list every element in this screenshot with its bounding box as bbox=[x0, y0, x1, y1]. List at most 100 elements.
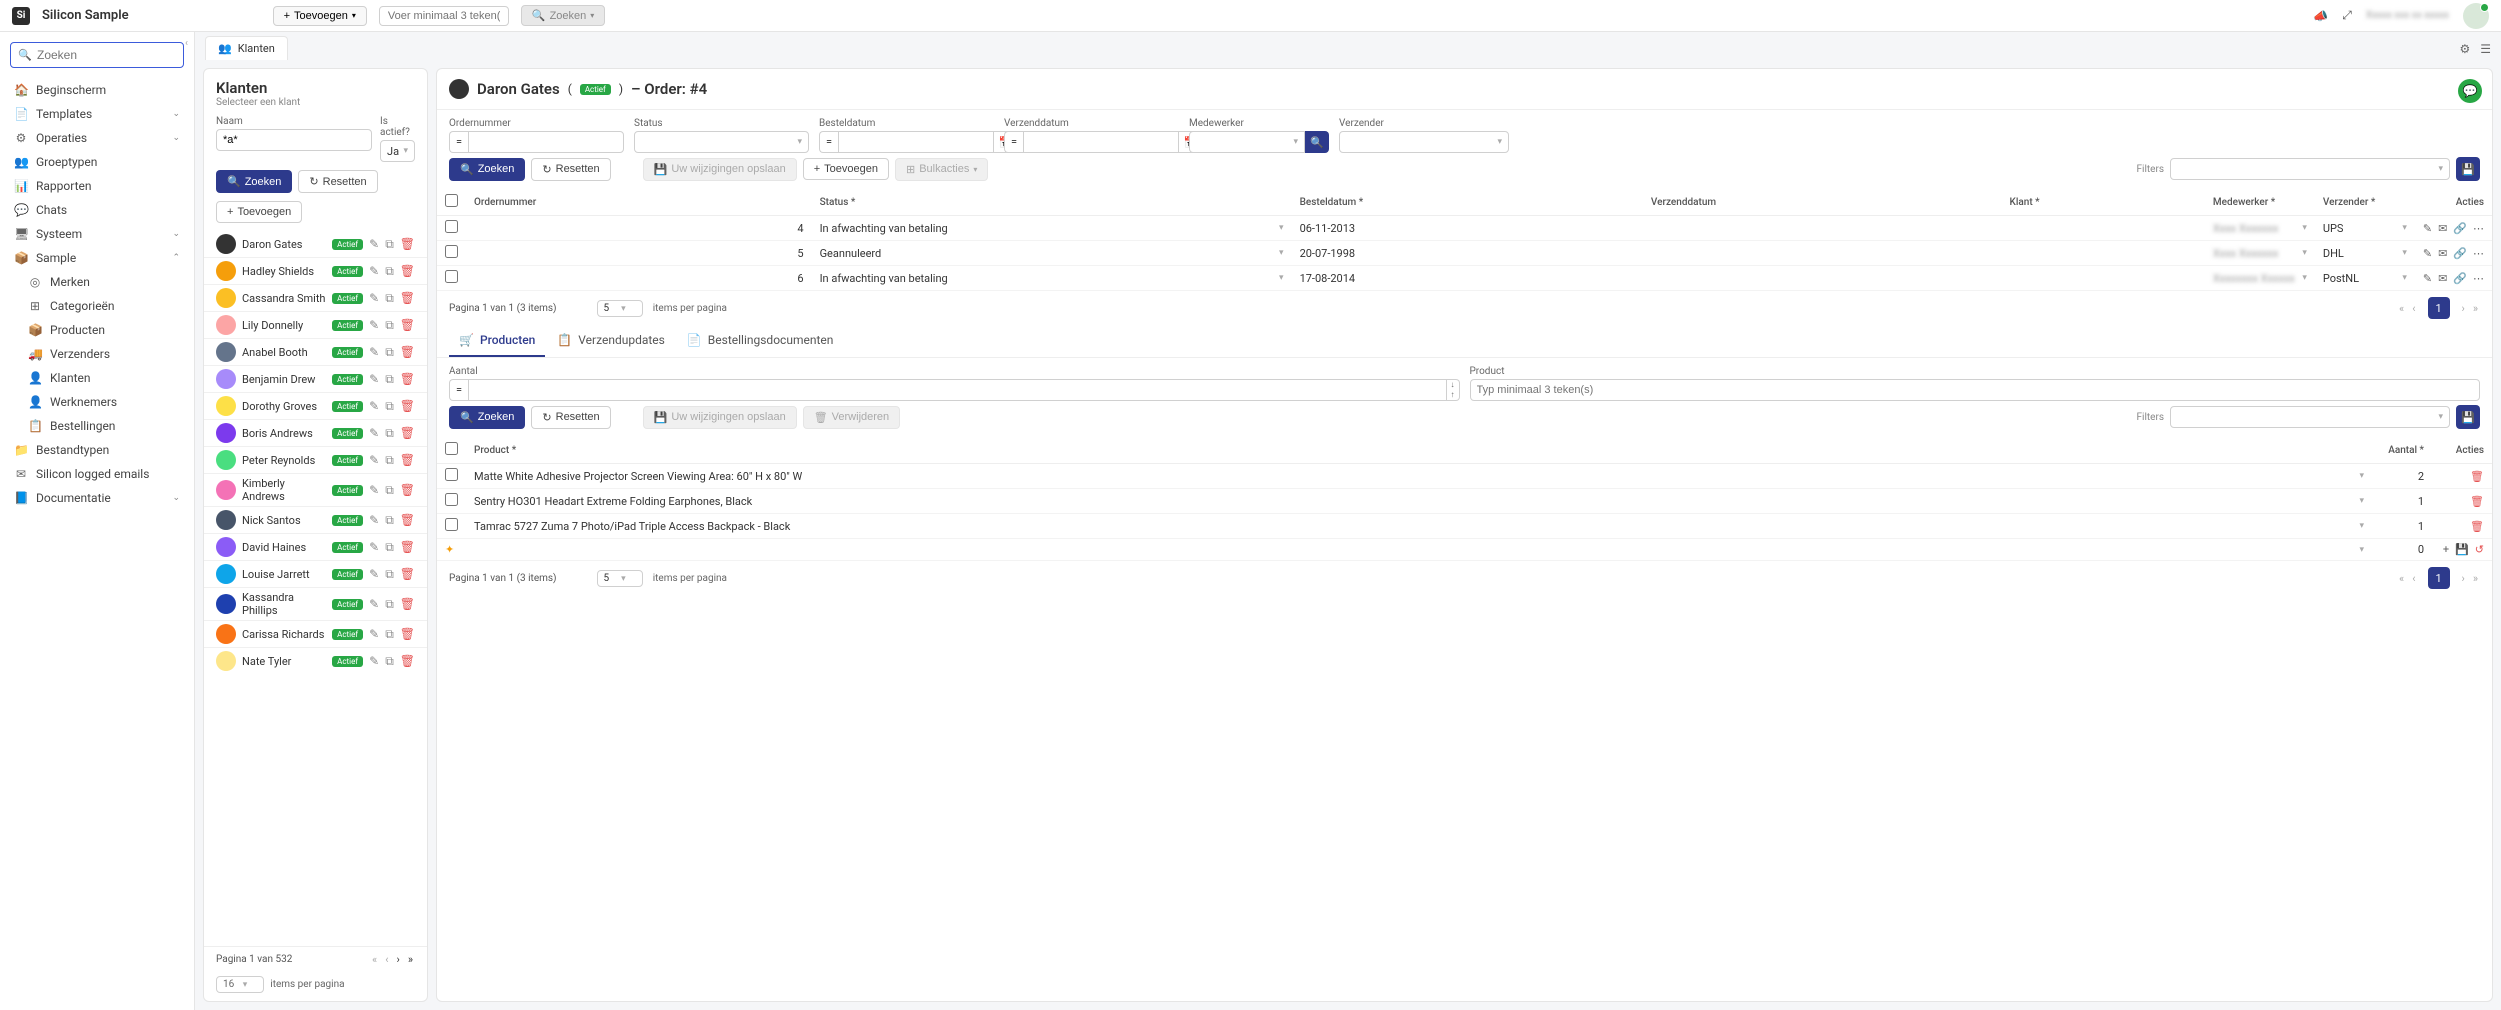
client-row[interactable]: Boris Andrews Actief ✎ ⧉ 🗑 bbox=[204, 419, 427, 446]
products-page-number[interactable]: 1 bbox=[2428, 567, 2450, 589]
pager-prev[interactable]: ‹ bbox=[2410, 572, 2417, 585]
client-row[interactable]: Daron Gates Actief ✎ ⧉ 🗑 bbox=[204, 231, 427, 257]
chevron-down-icon[interactable]: ▾ bbox=[2302, 248, 2307, 258]
chevron-down-icon[interactable]: ▾ bbox=[2302, 273, 2307, 283]
copy-icon[interactable]: ⧉ bbox=[385, 372, 394, 387]
product-new-row[interactable]: ✦ ▾ 0 + 💾 ↺ bbox=[437, 539, 2492, 561]
client-row[interactable]: Peter Reynolds Actief ✎ ⧉ 🗑 bbox=[204, 446, 427, 473]
chevron-down-icon[interactable]: ▾ bbox=[2402, 273, 2407, 283]
pager-next[interactable]: › bbox=[2460, 572, 2467, 585]
copy-icon[interactable]: ⧉ bbox=[385, 597, 394, 612]
delete-icon[interactable]: 🗑 bbox=[2470, 470, 2484, 483]
pager-next[interactable]: › bbox=[395, 953, 402, 966]
link-icon[interactable]: 🔗 bbox=[2453, 272, 2467, 285]
tab-klanten[interactable]: 👥 Klanten bbox=[205, 36, 288, 60]
chevron-down-icon[interactable]: ▾ bbox=[1279, 223, 1284, 233]
global-search-input[interactable] bbox=[379, 6, 509, 26]
client-row[interactable]: Dorothy Groves Actief ✎ ⧉ 🗑 bbox=[204, 392, 427, 419]
nav-subitem[interactable]: 👤Klanten bbox=[18, 366, 190, 390]
row-checkbox[interactable] bbox=[445, 270, 458, 283]
add-client-button[interactable]: + Toevoegen bbox=[216, 201, 302, 223]
filters-select[interactable]: ▾ bbox=[2170, 158, 2450, 180]
select-all-products-checkbox[interactable] bbox=[445, 442, 458, 455]
ordernummer-input[interactable] bbox=[468, 131, 624, 153]
nav-subitem[interactable]: ◎Merken bbox=[18, 270, 190, 294]
row-checkbox[interactable] bbox=[445, 518, 458, 531]
col-besteldatum[interactable]: Besteldatum * bbox=[1292, 189, 1643, 216]
edit-icon[interactable]: ✎ bbox=[369, 426, 379, 441]
add-order-button[interactable]: +Toevoegen bbox=[803, 158, 889, 180]
edit-icon[interactable]: ✎ bbox=[2423, 222, 2432, 235]
edit-icon[interactable]: ✎ bbox=[369, 291, 379, 306]
mail-icon[interactable]: ✉ bbox=[2438, 272, 2447, 285]
page-number[interactable]: 1 bbox=[2428, 297, 2450, 319]
link-icon[interactable]: 🔗 bbox=[2453, 222, 2467, 235]
row-checkbox[interactable] bbox=[445, 468, 458, 481]
besteldatum-input[interactable] bbox=[838, 131, 994, 153]
edit-icon[interactable]: ✎ bbox=[369, 372, 379, 387]
orders-reset-button[interactable]: ↻Resetten bbox=[531, 158, 610, 181]
edit-icon[interactable]: ✎ bbox=[369, 654, 379, 669]
delete-icon[interactable]: 🗑 bbox=[400, 567, 415, 582]
client-row[interactable]: David Haines Actief ✎ ⧉ 🗑 bbox=[204, 533, 427, 560]
medewerker-select[interactable]: ▾ bbox=[1189, 131, 1305, 153]
order-row[interactable]: 6 In afwachting van betaling▾ 17-08-2014… bbox=[437, 266, 2492, 291]
global-search-button[interactable]: 🔍 Zoeken ▾ bbox=[521, 5, 605, 26]
edit-icon[interactable]: ✎ bbox=[369, 627, 379, 642]
col-klant[interactable]: Klant * bbox=[2002, 189, 2205, 216]
product-row[interactable]: Sentry HO301 Headart Extreme Folding Ear… bbox=[437, 489, 2492, 514]
search-button[interactable]: 🔍 Zoeken bbox=[216, 170, 292, 193]
save-icon[interactable]: 💾 bbox=[2455, 543, 2469, 556]
edit-icon[interactable]: ✎ bbox=[2423, 247, 2432, 260]
subtab-verzendupdates[interactable]: 📋Verzendupdates bbox=[547, 325, 675, 357]
chevron-down-icon[interactable]: ▾ bbox=[2302, 223, 2307, 233]
client-row[interactable]: Cassandra Smith Actief ✎ ⧉ 🗑 bbox=[204, 284, 427, 311]
sidebar-search-input[interactable] bbox=[10, 42, 184, 68]
copy-icon[interactable]: ⧉ bbox=[385, 453, 394, 468]
naam-input[interactable] bbox=[216, 129, 372, 151]
pager-first[interactable]: « bbox=[2397, 302, 2406, 315]
select-all-checkbox[interactable] bbox=[445, 194, 458, 207]
delete-icon[interactable]: 🗑 bbox=[2470, 495, 2484, 508]
delete-icon[interactable]: 🗑 bbox=[400, 264, 415, 279]
edit-icon[interactable]: ✎ bbox=[369, 540, 379, 555]
mail-icon[interactable]: ✉ bbox=[2438, 247, 2447, 260]
chevron-down-icon[interactable]: ▾ bbox=[2402, 223, 2407, 233]
save-filter-button[interactable]: 💾 bbox=[2456, 157, 2480, 181]
edit-icon[interactable]: ✎ bbox=[369, 264, 379, 279]
row-checkbox[interactable] bbox=[445, 493, 458, 506]
client-row[interactable]: Nick Santos Actief ✎ ⧉ 🗑 bbox=[204, 506, 427, 533]
col-product[interactable]: Product * bbox=[466, 437, 2372, 464]
pager-prev[interactable]: ‹ bbox=[383, 953, 390, 966]
copy-icon[interactable]: ⧉ bbox=[385, 345, 394, 360]
chevron-down-icon[interactable]: ▾ bbox=[2359, 521, 2364, 531]
pager-last[interactable]: » bbox=[2471, 572, 2480, 585]
subtab-producten[interactable]: 🛒Producten bbox=[449, 325, 545, 357]
delete-icon[interactable]: 🗑 bbox=[400, 426, 415, 441]
nav-item[interactable]: ⚙Operaties⌄ bbox=[4, 126, 190, 150]
pager-first[interactable]: « bbox=[370, 953, 379, 966]
delete-icon[interactable]: 🗑 bbox=[400, 654, 415, 669]
menu-icon[interactable]: ☰ bbox=[2480, 42, 2491, 56]
delete-icon[interactable]: 🗑 bbox=[400, 627, 415, 642]
edit-icon[interactable]: ✎ bbox=[369, 453, 379, 468]
copy-icon[interactable]: ⧉ bbox=[385, 483, 394, 498]
announce-icon[interactable]: 📣 bbox=[2313, 9, 2328, 23]
products-ipp-select[interactable]: 5▾ bbox=[597, 570, 643, 587]
chat-button[interactable]: 💬 bbox=[2458, 79, 2482, 103]
copy-icon[interactable]: ⧉ bbox=[385, 237, 394, 252]
product-row[interactable]: Matte White Adhesive Projector Screen Vi… bbox=[437, 464, 2492, 489]
client-row[interactable]: Hadley Shields Actief ✎ ⧉ 🗑 bbox=[204, 257, 427, 284]
nav-item[interactable]: 🖥Systeem⌄ bbox=[4, 222, 190, 246]
col-ordernummer[interactable]: Ordernummer bbox=[466, 189, 812, 216]
edit-icon[interactable]: ✎ bbox=[369, 345, 379, 360]
user-avatar[interactable] bbox=[2463, 3, 2489, 29]
copy-icon[interactable]: ⧉ bbox=[385, 399, 394, 414]
nav-item[interactable]: 📘Documentatie⌄ bbox=[4, 486, 190, 510]
items-per-page-select[interactable]: 16 ▾ bbox=[216, 976, 264, 993]
delete-icon[interactable]: 🗑 bbox=[400, 345, 415, 360]
chevron-down-icon[interactable]: ▾ bbox=[2402, 248, 2407, 258]
expand-icon[interactable]: ⤢ bbox=[2342, 8, 2352, 23]
chevron-down-icon[interactable]: ▾ bbox=[2359, 471, 2364, 481]
order-row[interactable]: 5 Geannuleerd▾ 20-07-1998 Xxxx Xxxxxxx▾ … bbox=[437, 241, 2492, 266]
